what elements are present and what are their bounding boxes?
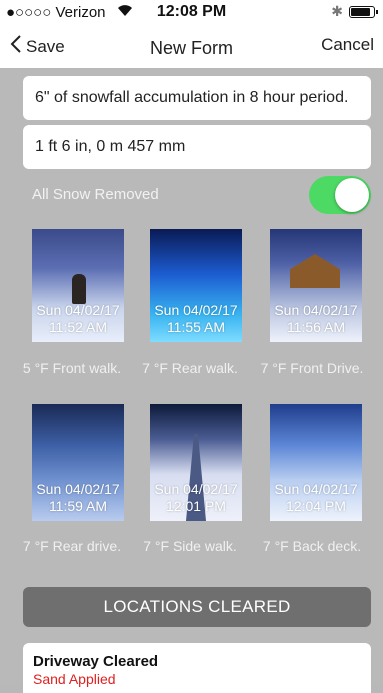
form-content: 6" of snowfall accumulation in 8 hour pe… [0, 68, 383, 693]
photo-caption: 7 °F Side walk. [143, 538, 237, 554]
location-card[interactable]: Driveway Cleared Sand Applied [23, 643, 371, 693]
person-figure [72, 274, 86, 304]
photo-timestamp: Sun 04/02/17 11:59 AM [36, 481, 120, 514]
photo-caption: 7 °F Front Drive. [260, 360, 364, 376]
bluetooth-icon: ✱ [331, 3, 343, 19]
photo-front-walk[interactable]: Sun 04/02/17 11:52 AM [32, 229, 124, 342]
status-bar: ●○○○○ Verizon 12:08 PM ✱ [0, 0, 383, 24]
photo-rear-drive[interactable]: Sun 04/02/17 11:59 AM [32, 404, 124, 521]
photo-caption: 5 °F Front walk. [22, 360, 122, 376]
house-figure [290, 254, 340, 288]
photo-side-walk[interactable]: Sun 04/02/17 12:01 PM [150, 404, 242, 521]
photo-caption: 7 °F Rear walk. [142, 360, 238, 376]
photo-rear-walk[interactable]: Sun 04/02/17 11:55 AM [150, 229, 242, 342]
toggle-knob [335, 178, 369, 212]
location-title: Driveway Cleared [33, 653, 159, 670]
cancel-button[interactable]: Cancel [321, 35, 374, 55]
photo-timestamp: Sun 04/02/17 12:04 PM [274, 481, 358, 514]
photo-caption: 7 °F Back deck. [262, 538, 362, 554]
locations-cleared-header: LOCATIONS CLEARED [23, 587, 371, 627]
toggle-label: All Snow Removed [32, 186, 159, 203]
clock: 12:08 PM [156, 3, 227, 20]
nav-bar: Save New Form Cancel [0, 24, 383, 68]
photo-timestamp: Sun 04/02/17 11:52 AM [36, 302, 120, 335]
photo-front-drive[interactable]: Sun 04/02/17 11:56 AM [270, 229, 362, 342]
depth-field[interactable]: 1 ft 6 in, 0 m 457 mm [23, 125, 371, 169]
photo-timestamp: Sun 04/02/17 11:56 AM [274, 302, 358, 335]
all-snow-removed-toggle[interactable] [309, 176, 371, 214]
photo-caption: 7 °F Rear drive. [22, 538, 122, 554]
photo-back-deck[interactable]: Sun 04/02/17 12:04 PM [270, 404, 362, 521]
photo-timestamp: Sun 04/02/17 11:55 AM [154, 302, 238, 335]
battery-icon [349, 5, 378, 18]
photo-timestamp: Sun 04/02/17 12:01 PM [154, 481, 238, 514]
description-field[interactable]: 6" of snowfall accumulation in 8 hour pe… [23, 76, 371, 120]
